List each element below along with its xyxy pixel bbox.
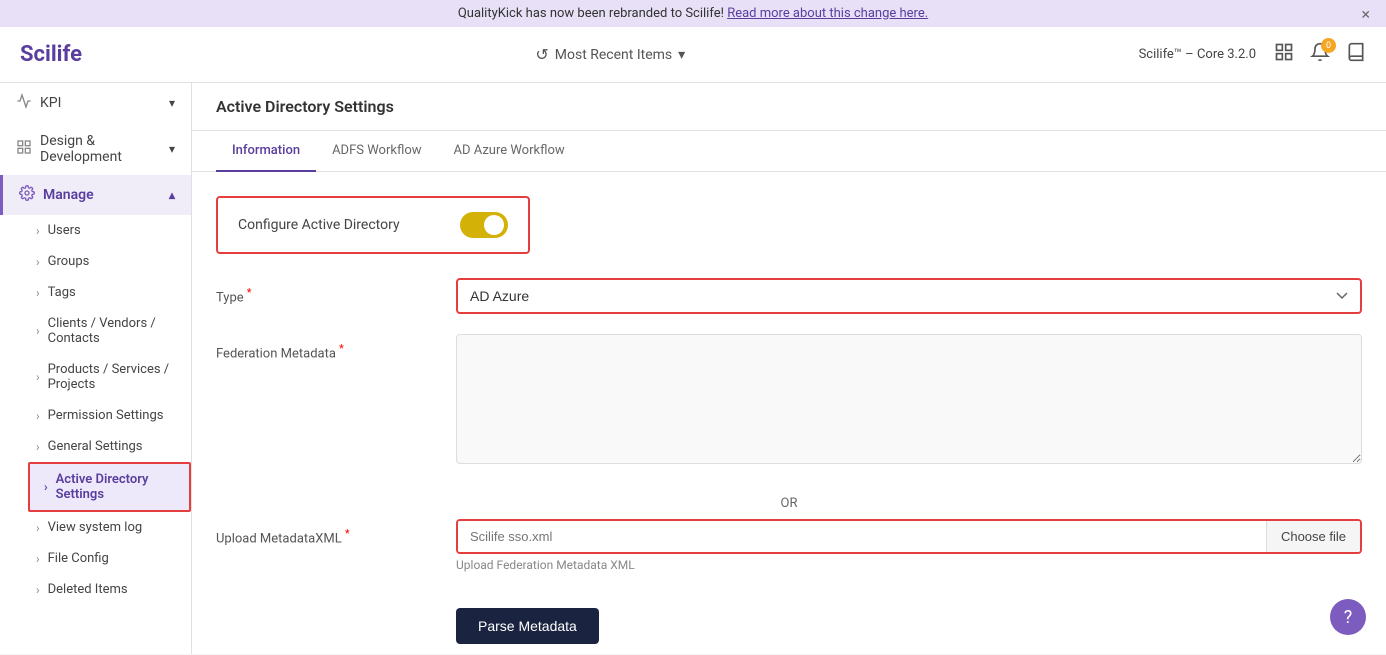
configure-toggle[interactable] [460,212,508,238]
sidebar-view-log-label: View system log [48,520,143,535]
arrow-right-icon: › [36,440,40,454]
sidebar-item-products[interactable]: › Products / Services / Projects [28,354,191,400]
sidebar-item-users[interactable]: › Users [28,215,191,246]
sidebar-item-general[interactable]: › General Settings [28,431,191,462]
recent-items-button[interactable]: ↺ Most Recent Items ▾ [535,45,685,64]
recent-items-label: Most Recent Items [555,47,672,63]
sidebar-item-active-directory[interactable]: › Active Directory Settings [28,462,191,512]
choose-file-button[interactable]: Choose file [1266,521,1360,552]
sidebar-clients-label: Clients / Vendors / Contacts [48,316,175,346]
federation-metadata-row: Federation Metadata * [216,334,1362,468]
header-right: Scilife™ – Core 3.2.0 0 [1139,42,1366,67]
form-section: Configure Active Directory Type * AD Azu… [192,172,1386,654]
notification-bell-button[interactable]: 0 [1310,42,1330,67]
page-title: Active Directory Settings [216,97,1362,116]
upload-control: Choose file Upload Federation Metadata X… [456,519,1362,572]
sidebar-products-label: Products / Services / Projects [48,362,175,392]
sidebar-manage-label: Manage [43,187,94,203]
sidebar-tags-label: Tags [48,285,76,300]
type-row: Type * AD Azure ADFS [216,278,1362,314]
tab-ad-azure-workflow[interactable]: AD Azure Workflow [438,131,581,172]
type-select[interactable]: AD Azure ADFS [456,278,1362,314]
banner-close[interactable]: × [1361,4,1370,23]
parse-button-row: Parse Metadata [216,592,1362,644]
sidebar-kpi-label: KPI [40,95,61,111]
page-header: Active Directory Settings [192,83,1386,131]
book-icon-button[interactable] [1346,42,1366,67]
arrow-right-icon: › [36,370,40,384]
sidebar-item-file-config[interactable]: › File Config [28,543,191,574]
banner-message: QualityKick has now been rebranded to Sc… [458,6,727,21]
design-icon [16,139,32,159]
sidebar-item-clients[interactable]: › Clients / Vendors / Contacts [28,308,191,354]
sidebar-item-permission[interactable]: › Permission Settings [28,400,191,431]
sidebar-users-label: Users [48,223,81,238]
layout: KPI ▾ Design & Development ▾ Manage ▴ › … [0,83,1386,654]
arrow-right-icon: › [44,480,48,494]
arrow-right-icon: › [36,255,40,269]
version-label: Scilife™ – Core 3.2.0 [1139,47,1256,62]
sidebar-permission-label: Permission Settings [48,408,164,423]
configure-active-directory-box: Configure Active Directory [216,196,530,254]
sidebar-item-kpi[interactable]: KPI ▾ [0,83,191,123]
chevron-up-icon: ▴ [169,188,175,202]
logo: Scilife [20,42,82,67]
sidebar-file-config-label: File Config [48,551,109,566]
arrow-right-icon: › [36,409,40,423]
parse-button-wrap: Parse Metadata [456,592,1362,644]
sidebar-item-tags[interactable]: › Tags [28,277,191,308]
manage-icon [19,185,35,205]
arrow-right-icon: › [36,224,40,238]
help-button[interactable]: ? [1330,599,1366,635]
federation-metadata-textarea[interactable] [456,334,1362,464]
sidebar-item-view-log[interactable]: › View system log [28,512,191,543]
chevron-down-icon: ▾ [678,47,685,63]
main-content: Active Directory Settings Information AD… [192,83,1386,654]
or-divider: OR [216,488,1362,519]
sidebar-active-directory-label: Active Directory Settings [56,472,175,502]
tabs-bar: Information ADFS Workflow AD Azure Workf… [192,131,1386,172]
arrow-right-icon: › [36,521,40,535]
sidebar-item-design[interactable]: Design & Development ▾ [0,123,191,175]
tab-information[interactable]: Information [216,131,316,172]
top-banner: QualityKick has now been rebranded to Sc… [0,0,1386,27]
sidebar-deleted-label: Deleted Items [48,582,128,597]
sidebar-design-label: Design & Development [40,133,161,165]
sidebar-item-groups[interactable]: › Groups [28,246,191,277]
chevron-down-icon: ▾ [169,96,175,110]
chevron-down-icon: ▾ [169,142,175,156]
arrow-right-icon: › [36,286,40,300]
arrow-right-icon: › [36,324,40,338]
header: Scilife ↺ Most Recent Items ▾ Scilife™ –… [0,27,1386,83]
file-path-input[interactable] [458,521,1266,552]
upload-label: Upload MetadataXML * [216,519,436,546]
question-mark-icon: ? [1344,607,1353,628]
sidebar: KPI ▾ Design & Development ▾ Manage ▴ › … [0,83,192,654]
arrow-right-icon: › [36,583,40,597]
sidebar-groups-label: Groups [48,254,90,269]
upload-metadata-row: Upload MetadataXML * Choose file Upload … [216,519,1362,572]
banner-link[interactable]: Read more about this change here. [727,6,928,21]
arrow-right-icon: › [36,552,40,566]
federation-metadata-label: Federation Metadata * [216,334,436,361]
toggle-slider [460,212,508,238]
upload-hint: Upload Federation Metadata XML [456,558,1362,572]
layout-icon-button[interactable] [1274,42,1294,67]
sidebar-sub-items: › Users › Groups › Tags › Clients / Vend… [0,215,191,605]
sidebar-general-label: General Settings [48,439,143,454]
kpi-icon [16,93,32,113]
sidebar-item-deleted[interactable]: › Deleted Items [28,574,191,605]
file-upload-row: Choose file [456,519,1362,554]
federation-metadata-control [456,334,1362,468]
type-label: Type * [216,278,436,305]
parse-metadata-button[interactable]: Parse Metadata [456,608,599,644]
header-icons: 0 [1274,42,1366,67]
tab-adfs-workflow[interactable]: ADFS Workflow [316,131,437,172]
sidebar-item-manage[interactable]: Manage ▴ [0,175,191,215]
type-control: AD Azure ADFS [456,278,1362,314]
configure-label: Configure Active Directory [238,217,400,233]
history-icon: ↺ [535,45,548,64]
notification-badge: 0 [1321,38,1336,53]
